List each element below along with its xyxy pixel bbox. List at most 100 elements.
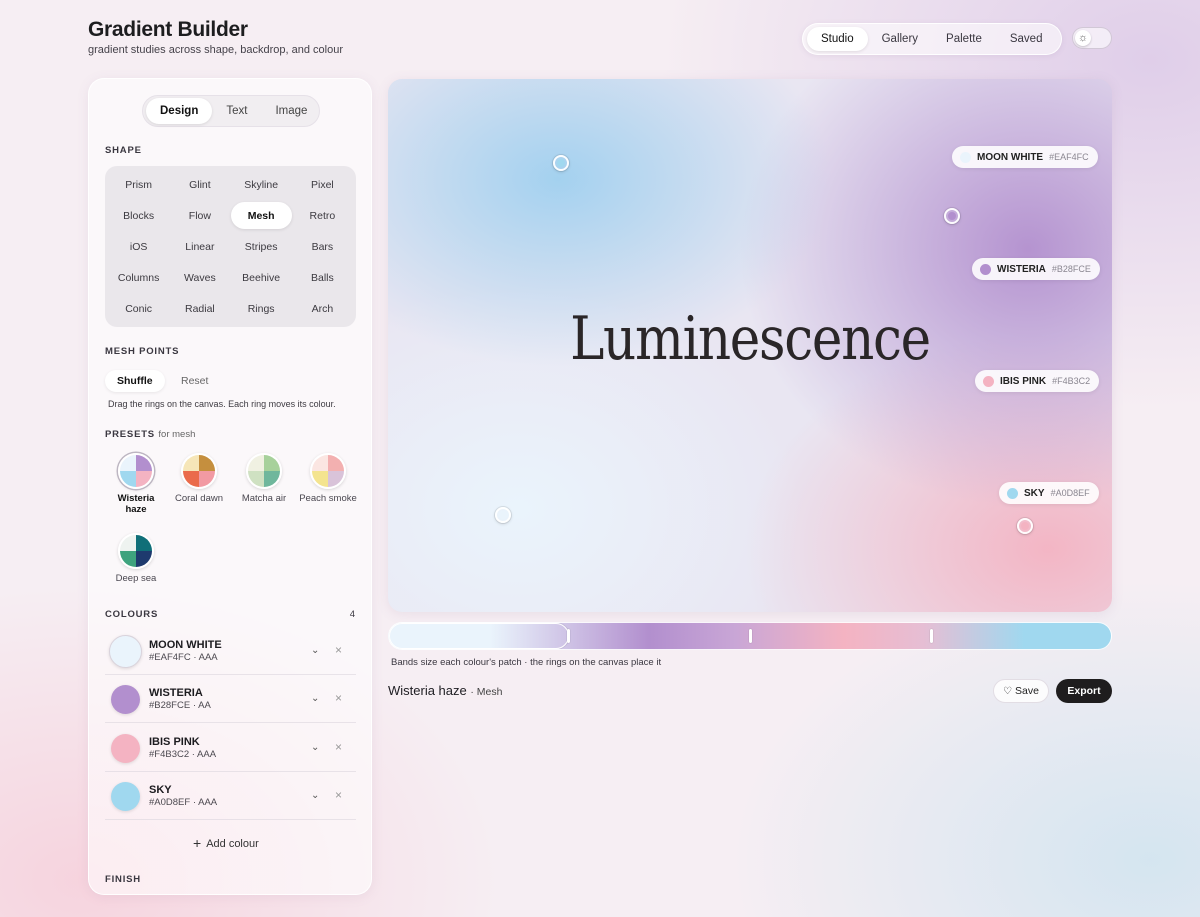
swatch-quadrant	[199, 471, 215, 487]
chevron-down-icon[interactable]: ⌄	[311, 645, 319, 656]
shape-grid: Prism Glint Skyline Pixel Blocks Flow Mesh Retr…	[105, 166, 356, 327]
reset-button[interactable]: Reset	[169, 370, 220, 392]
sidebar-panel: Design Text Image SHAPE Prism Glint Skylin…	[88, 78, 372, 895]
colour-chip-wisteria[interactable]: WISTERIA #B28FCE	[972, 258, 1100, 280]
shape-option-prism[interactable]: Prism	[108, 171, 169, 198]
shape-option-mesh[interactable]: Mesh	[230, 202, 292, 229]
shape-option-retro[interactable]: Retro	[292, 202, 353, 229]
colour-swatch[interactable]	[109, 635, 142, 668]
close-icon[interactable]: ×	[335, 691, 342, 705]
chevron-down-icon[interactable]: ⌄	[311, 742, 319, 753]
close-icon[interactable]: ×	[335, 740, 342, 754]
chip-hex: #A0D8EF	[1050, 488, 1090, 498]
tab-studio[interactable]: Studio	[807, 27, 868, 51]
add-colour-button[interactable]: + Add colour	[193, 835, 259, 851]
swatch-quadrant	[120, 535, 136, 551]
colour-name: SKY	[149, 784, 172, 796]
colours-label: COLOURS	[105, 609, 159, 620]
shape-option-arch[interactable]: Arch	[292, 295, 353, 322]
top-navigation: Studio Gallery Palette Saved	[802, 23, 1062, 55]
shape-option-flow[interactable]: Flow	[169, 202, 230, 229]
colour-meta: #A0D8EF · AAA	[149, 797, 218, 808]
preset-swatch	[118, 453, 154, 489]
shape-option-bars[interactable]: Bars	[292, 233, 353, 260]
close-icon[interactable]: ×	[335, 643, 342, 657]
shape-option-beehive[interactable]: Beehive	[231, 264, 292, 291]
band-selection[interactable]	[389, 623, 569, 649]
chip-hex: #B28FCE	[1051, 264, 1091, 274]
shape-option-stripes[interactable]: Stripes	[231, 233, 292, 260]
preset-name: Coral dawn	[174, 493, 224, 504]
colours-count: 4	[349, 609, 355, 620]
finish-label: FINISH	[105, 874, 141, 885]
plus-icon: +	[193, 835, 202, 851]
shape-option-radial[interactable]: Radial	[169, 295, 230, 322]
export-button[interactable]: Export	[1056, 679, 1112, 703]
tab-design[interactable]: Design	[146, 98, 213, 124]
colour-meta: #B28FCE · AA	[149, 700, 211, 711]
preset-swatch	[118, 533, 154, 569]
colour-swatch[interactable]	[111, 782, 140, 811]
colour-row-sky[interactable]: SKY #A0D8EF · AAA ⌄ ×	[105, 774, 356, 820]
tab-saved[interactable]: Saved	[996, 27, 1057, 51]
chip-hex: #EAF4FC	[1049, 152, 1089, 162]
mesh-ring-wisteria[interactable]	[944, 208, 960, 224]
preset-coral-dawn[interactable]: Coral dawn	[169, 453, 229, 504]
colour-meta: #EAF4FC · AAA	[149, 652, 218, 663]
tab-palette[interactable]: Palette	[932, 27, 996, 51]
tab-image[interactable]: Image	[261, 98, 321, 124]
ring-dot	[557, 159, 565, 167]
colour-swatch[interactable]	[111, 734, 140, 763]
swatch-quadrant	[136, 455, 152, 471]
chevron-down-icon[interactable]: ⌄	[311, 693, 319, 704]
mesh-ring-sky[interactable]	[553, 155, 569, 171]
shape-option-ios[interactable]: iOS	[108, 233, 169, 260]
shape-option-skyline[interactable]: Skyline	[231, 171, 292, 198]
mesh-ring-moon-white[interactable]	[495, 507, 511, 523]
preset-wisteria-haze[interactable]: Wisteria haze	[106, 453, 166, 515]
shape-option-linear[interactable]: Linear	[169, 233, 230, 260]
colour-meta: #F4B3C2 · AAA	[149, 749, 217, 760]
band-handle[interactable]	[749, 629, 752, 643]
theme-toggle[interactable]: ☼	[1072, 27, 1112, 49]
presets-label-text: PRESETS	[105, 429, 155, 440]
shape-option-columns[interactable]: Columns	[108, 264, 169, 291]
colour-row-moon-white[interactable]: MOON WHITE #EAF4FC · AAA ⌄ ×	[105, 629, 356, 675]
shape-option-waves[interactable]: Waves	[169, 264, 230, 291]
app-subtitle: gradient studies across shape, backdrop,…	[88, 44, 343, 56]
swatch-quadrant	[312, 455, 328, 471]
preset-matcha-air[interactable]: Matcha air	[234, 453, 294, 504]
chevron-down-icon[interactable]: ⌄	[311, 790, 319, 801]
chip-colour-dot	[960, 151, 971, 163]
colour-swatch[interactable]	[111, 685, 140, 714]
swatch-quadrant	[120, 551, 136, 567]
close-icon[interactable]: ×	[335, 788, 342, 802]
preset-deep-sea[interactable]: Deep sea	[106, 533, 166, 584]
colour-row-wisteria[interactable]: WISTERIA #B28FCE · AA ⌄ ×	[105, 677, 356, 723]
shape-option-pixel[interactable]: Pixel	[292, 171, 353, 198]
colour-chip-sky[interactable]: SKY #A0D8EF	[999, 482, 1099, 504]
tab-text[interactable]: Text	[212, 98, 261, 124]
colour-chip-ibis-pink[interactable]: IBIS PINK #F4B3C2	[975, 370, 1100, 392]
shape-option-blocks[interactable]: Blocks	[108, 202, 169, 229]
band-handle[interactable]	[567, 629, 570, 643]
save-button[interactable]: ♡ Save	[993, 679, 1049, 703]
preset-name: Matcha air	[241, 493, 287, 504]
colour-chip-moon-white[interactable]: MOON WHITE #EAF4FC	[952, 146, 1098, 168]
gradient-canvas[interactable]: Luminescence MOON WHITE #EAF4FC WISTERIA…	[388, 79, 1112, 612]
mesh-ring-ibis-pink[interactable]	[1017, 518, 1033, 534]
swatch-quadrant	[120, 455, 136, 471]
band-handle[interactable]	[930, 629, 933, 643]
preset-peach-smoke[interactable]: Peach smoke	[298, 453, 358, 504]
shape-option-balls[interactable]: Balls	[292, 264, 353, 291]
colour-bands-slider[interactable]	[388, 622, 1112, 650]
chip-name: MOON WHITE	[977, 151, 1044, 163]
swatch-quadrant	[183, 471, 199, 487]
shuffle-button[interactable]: Shuffle	[105, 370, 165, 392]
colour-row-ibis-pink[interactable]: IBIS PINK #F4B3C2 · AAA ⌄ ×	[105, 726, 356, 772]
tab-gallery[interactable]: Gallery	[868, 27, 932, 51]
current-gradient-name: Wisteria haze · Mesh	[388, 683, 502, 698]
shape-option-glint[interactable]: Glint	[169, 171, 230, 198]
shape-option-conic[interactable]: Conic	[108, 295, 169, 322]
shape-option-rings[interactable]: Rings	[231, 295, 292, 322]
